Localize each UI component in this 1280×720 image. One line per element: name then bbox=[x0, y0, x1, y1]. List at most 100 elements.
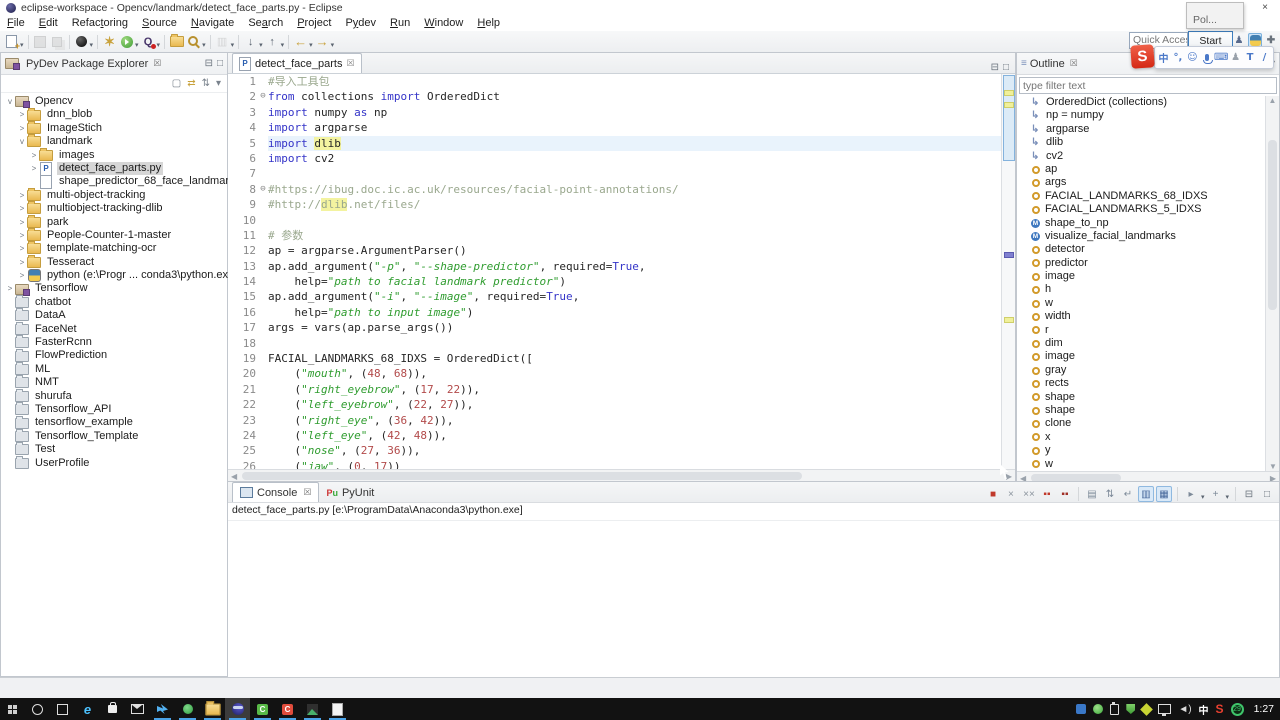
microphone-icon[interactable] bbox=[1201, 54, 1213, 64]
tree-item-people-counter-1-master[interactable]: > People-Counter-1-master bbox=[1, 228, 227, 242]
line-number[interactable]: 9 bbox=[228, 197, 258, 212]
tree-item-ml[interactable]: ML bbox=[1, 362, 227, 376]
tree-expand-arrow[interactable]: v bbox=[17, 135, 27, 148]
outline-item-facial-landmarks-5-idxs[interactable]: FACIAL_LANDMARKS_5_IDXS bbox=[1017, 203, 1266, 216]
tray-ime-language-icon[interactable]: 中 bbox=[1199, 702, 1209, 717]
tree-item-template-matching-ocr[interactable]: > template-matching-ocr bbox=[1, 241, 227, 255]
tree-expand-arrow[interactable]: v bbox=[5, 95, 15, 108]
tree-expand-arrow[interactable]: > bbox=[17, 122, 27, 135]
taskbar-start-icon[interactable] bbox=[0, 698, 25, 720]
tree-item-images[interactable]: > images bbox=[1, 147, 227, 162]
line-number[interactable]: 13 bbox=[228, 259, 258, 274]
code-line-17[interactable]: 17 args = vars(ap.parse_args()) bbox=[228, 320, 1002, 335]
line-number[interactable]: 5 bbox=[228, 136, 258, 151]
display-selected-console-icon[interactable]: ▦ bbox=[1155, 486, 1172, 502]
tray-tray-app-blue-icon[interactable] bbox=[1076, 704, 1087, 714]
code-line-23[interactable]: 23 ("right_eye", (36, 42)), bbox=[228, 413, 1002, 428]
outline-item-rects[interactable]: rects bbox=[1017, 377, 1266, 390]
fold-marker-icon[interactable]: ⊖ bbox=[258, 182, 268, 197]
outline-close-icon[interactable]: ☒ bbox=[1070, 58, 1078, 69]
code-line-25[interactable]: 25 ("nose", (27, 36)), bbox=[228, 443, 1002, 458]
new-pydev-wizard-icon[interactable]: ✶ bbox=[101, 33, 118, 50]
tree-expand-arrow[interactable]: > bbox=[17, 189, 27, 202]
outline-item-r[interactable]: r bbox=[1017, 324, 1266, 337]
line-number[interactable]: 10 bbox=[228, 213, 258, 228]
tree-item-imagestich[interactable]: > ImageStich bbox=[1, 120, 227, 135]
scroll-lock-icon[interactable]: ⇅ bbox=[1102, 486, 1118, 502]
tray-health-360-icon[interactable]: 29 bbox=[1230, 702, 1244, 716]
line-number[interactable]: 6 bbox=[228, 151, 258, 166]
skin-icon[interactable]: T bbox=[1244, 52, 1256, 63]
code-line-5[interactable]: 5 import dlib bbox=[228, 135, 1002, 151]
tree-item-userprofile[interactable]: UserProfile bbox=[1, 455, 227, 470]
taskbar-evernote-green-icon[interactable]: C bbox=[250, 698, 275, 720]
code-line-3[interactable]: 3 import numpy as np bbox=[228, 105, 1002, 120]
prev-annotation-dropdown-icon[interactable]: ▾ bbox=[281, 41, 285, 49]
taskbar-file-explorer-icon[interactable] bbox=[200, 698, 225, 720]
line-number[interactable]: 15 bbox=[228, 289, 258, 304]
line-number[interactable]: 4 bbox=[228, 120, 258, 135]
menu-project[interactable]: Project bbox=[290, 17, 338, 29]
focus-on-task-icon[interactable]: ▢ bbox=[172, 78, 181, 89]
line-number[interactable]: 8 bbox=[228, 182, 258, 197]
outline-filter-input[interactable] bbox=[1019, 77, 1277, 94]
account-icon[interactable]: ♟ bbox=[1230, 52, 1242, 63]
menu-navigate[interactable]: Navigate bbox=[184, 17, 241, 29]
new-console-dropdown-icon[interactable]: ▾ bbox=[1225, 493, 1229, 501]
code-editor[interactable]: 1 #导入工具包 2 ⊖ from collections import Ordered… bbox=[228, 74, 1015, 469]
tree-item-opencv[interactable]: v Opencv bbox=[1, 95, 227, 109]
profile-dropdown-icon[interactable]: ▾ bbox=[157, 41, 161, 49]
menu-pydev[interactable]: Pydev bbox=[338, 17, 383, 29]
tray-security-shield-icon[interactable] bbox=[1126, 704, 1136, 714]
tree-item-multi-object-tracking[interactable]: > multi-object-tracking bbox=[1, 187, 227, 202]
tree-expand-arrow[interactable]: > bbox=[17, 202, 27, 215]
tree-item-multiobject-tracking-dlib[interactable]: > multiobject-tracking-dlib bbox=[1, 201, 227, 215]
editor-maximize-icon[interactable]: □ bbox=[1003, 62, 1009, 73]
run-last-tool-dropdown-icon[interactable]: ▾ bbox=[90, 41, 94, 49]
editor-tab-close-icon[interactable]: ☒ bbox=[346, 58, 354, 69]
line-number[interactable]: 14 bbox=[228, 274, 258, 289]
hscroll-thumb[interactable] bbox=[242, 472, 802, 480]
outline-item-np-numpy[interactable]: ↳ np = numpy bbox=[1017, 109, 1266, 122]
open-console-icon[interactable]: ▸ bbox=[1183, 486, 1199, 502]
console-tab-close-icon[interactable]: ☒ bbox=[303, 487, 311, 498]
line-number[interactable]: 23 bbox=[228, 413, 258, 428]
chinese-mode-icon[interactable]: 中 bbox=[1157, 50, 1169, 65]
line-number[interactable]: 18 bbox=[228, 336, 258, 351]
tree-item-tensorflow-template[interactable]: Tensorflow_Template bbox=[1, 428, 227, 443]
occurrence-marker[interactable] bbox=[1004, 90, 1014, 96]
pin-console-icon[interactable]: ▥ bbox=[1137, 486, 1154, 502]
editor-tab-detect-face-parts[interactable]: P detect_face_parts ☒ bbox=[232, 53, 362, 73]
search-icon[interactable] bbox=[185, 33, 202, 50]
line-number[interactable]: 3 bbox=[228, 105, 258, 120]
maximize-view-icon[interactable]: □ bbox=[1259, 486, 1275, 502]
code-line-24[interactable]: 24 ("left_eye", (42, 48)), bbox=[228, 428, 1002, 443]
outline-item-ap[interactable]: ap bbox=[1017, 163, 1266, 176]
forward-icon[interactable]: → bbox=[314, 33, 331, 50]
tree-expand-arrow[interactable]: > bbox=[17, 216, 27, 229]
code-line-12[interactable]: 12 ap = argparse.ArgumentParser() bbox=[228, 243, 1002, 258]
run-last-tool-icon[interactable] bbox=[73, 33, 90, 50]
code-line-8[interactable]: 8 ⊖ #https://ibug.doc.ic.ac.uk/resources/f… bbox=[228, 182, 1002, 197]
tree-item-nmt[interactable]: NMT bbox=[1, 375, 227, 389]
line-number[interactable]: 7 bbox=[228, 166, 258, 181]
code-line-10[interactable]: 10 bbox=[228, 213, 1002, 228]
taskbar-store-icon[interactable] bbox=[100, 698, 125, 720]
selection-marker[interactable] bbox=[1004, 252, 1014, 258]
outline-vscrollbar[interactable]: ▲ ▼ bbox=[1265, 96, 1279, 471]
tray-usb-icon[interactable] bbox=[1110, 701, 1120, 715]
outline-item-image[interactable]: image bbox=[1017, 350, 1266, 363]
outline-item-shape-to-np[interactable]: Mshape_to_np bbox=[1017, 217, 1266, 230]
scroll-down-arrow[interactable]: ▼ bbox=[1269, 462, 1277, 471]
fold-marker-icon[interactable]: ⊖ bbox=[258, 89, 268, 104]
outline-item-image[interactable]: image bbox=[1017, 270, 1266, 283]
punctuation-icon[interactable]: °, bbox=[1172, 52, 1184, 63]
taskbar-thunder-icon[interactable] bbox=[150, 698, 175, 720]
tree-expand-arrow[interactable]: > bbox=[5, 282, 15, 295]
tray-volume-icon[interactable]: ◄) bbox=[1178, 704, 1191, 715]
run-icon[interactable] bbox=[118, 33, 135, 50]
tray-sogou-icon[interactable]: S bbox=[1216, 702, 1224, 716]
tree-item-landmark[interactable]: v landmark bbox=[1, 134, 227, 148]
maximize-view-icon[interactable]: □ bbox=[217, 58, 223, 69]
outline-item-clone[interactable]: clone bbox=[1017, 417, 1266, 430]
